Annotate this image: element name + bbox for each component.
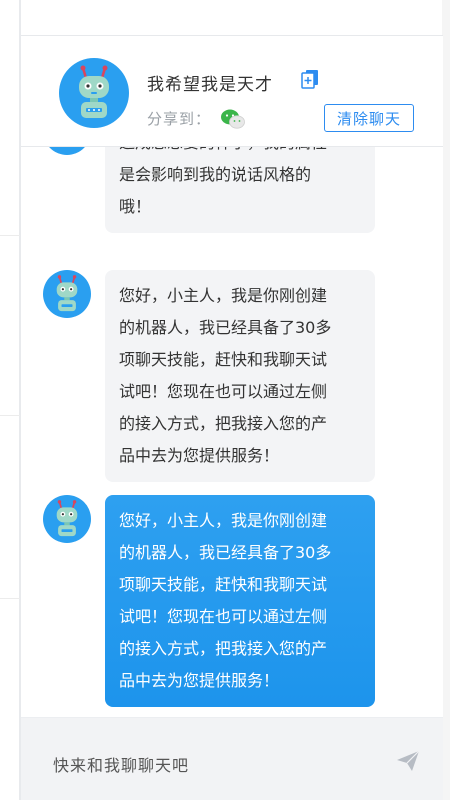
- wechat-icon[interactable]: [220, 108, 246, 130]
- chat-panel: 我希望我是天才 分享到： 清除聊天 是会影响到我的说话风格的 哦！ 您好，小主人…: [20, 0, 443, 800]
- divider: [0, 598, 20, 599]
- message-input[interactable]: 快来和我聊聊天吧: [53, 752, 189, 776]
- chat-page: 我希望我是天才 分享到： 清除聊天 是会影响到我的说话风格的 哦！ 您好，小主人…: [0, 0, 450, 800]
- robot-avatar-icon: [43, 147, 91, 155]
- message-bubble: 造成您想要的样子，我的属性 是会影响到我的说话风格的 哦！: [105, 147, 375, 233]
- robot-avatar-icon: [59, 58, 129, 128]
- divider: [0, 415, 20, 416]
- message-bubble-highlighted: 您好，小主人，我是你刚创建 的机器人，我已经具备了30多 项聊天技能，赶快和我聊…: [105, 495, 375, 707]
- message-list[interactable]: 造成您想要的样子，我的属性 是会影响到我的说话风格的 哦！: [21, 147, 443, 717]
- clear-chat-button[interactable]: 清除聊天: [324, 104, 414, 132]
- edit-icon[interactable]: [301, 69, 319, 89]
- divider: [0, 235, 20, 236]
- robot-avatar-icon: [43, 270, 91, 318]
- send-icon[interactable]: [396, 750, 420, 772]
- robot-avatar-icon: [43, 495, 91, 543]
- left-side-panel-edge: [0, 0, 20, 800]
- right-gutter: [442, 0, 450, 800]
- chat-title: 我希望我是天才: [147, 75, 273, 95]
- message-bubble: 您好，小主人，我是你刚创建 的机器人，我已经具备了30多 项聊天技能，赶快和我聊…: [105, 270, 375, 482]
- share-label: 分享到：: [147, 110, 212, 128]
- input-bar: 快来和我聊聊天吧: [21, 717, 443, 800]
- chat-header: 我希望我是天才 分享到： 清除聊天: [21, 35, 443, 147]
